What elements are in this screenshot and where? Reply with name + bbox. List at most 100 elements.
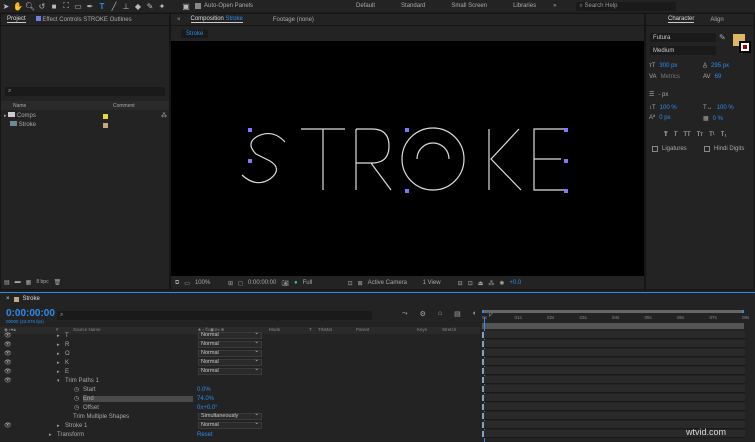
project-item-comps[interactable]: ▸ Comps ⁂	[4, 112, 169, 121]
workspace-standard[interactable]: Standard	[401, 3, 425, 9]
rotate-tool-icon[interactable]: ↺	[36, 2, 48, 11]
camera-dropdown[interactable]: Active Camera	[368, 280, 418, 286]
timeline-track[interactable]	[483, 358, 745, 366]
stopwatch-icon[interactable]: ◷	[74, 404, 79, 411]
grid-icon[interactable]: ⊞	[228, 280, 233, 287]
expand-right-icon[interactable]: ▸	[57, 342, 60, 348]
layer-in-marker[interactable]	[482, 368, 484, 374]
roi-icon[interactable]: ⊡	[348, 280, 353, 287]
timeline-row[interactable]: 👁︎ ▾ Trim Paths 1	[0, 376, 480, 385]
expand-down-icon[interactable]: ▾	[57, 378, 60, 384]
snap-icon[interactable]: ▣	[180, 2, 192, 11]
property-value[interactable]: Reset	[197, 432, 213, 438]
clone-stamp-tool-icon[interactable]: ⊥	[120, 2, 132, 11]
mode-dropdown[interactable]: Normal	[198, 331, 262, 339]
layer-in-marker[interactable]	[482, 413, 484, 419]
type-tool-icon[interactable]: T	[96, 2, 108, 11]
expand-right-icon[interactable]: ▸	[57, 423, 60, 429]
comp-flowchart-icon[interactable]: ⤳	[402, 310, 408, 318]
property-value[interactable]: 0x+0.0°	[197, 405, 218, 411]
leading-value[interactable]: 295 px	[711, 63, 729, 69]
horizontal-scale-value[interactable]: 100 %	[717, 105, 734, 111]
current-time[interactable]: 0:00:00:00	[248, 280, 276, 286]
timeline-row[interactable]: ▸ Transform Reset	[0, 430, 480, 439]
new-folder-icon[interactable]: ▬	[15, 279, 21, 286]
column-name[interactable]: Name	[13, 103, 26, 109]
layer-in-marker[interactable]	[482, 431, 484, 437]
project-search-input[interactable]: ⌕	[5, 87, 165, 96]
workspace-default[interactable]: Default	[356, 3, 375, 9]
new-composition-icon[interactable]: ▦	[26, 279, 32, 286]
timeline-row[interactable]: 👁︎ ▸ Stroke 1 Normal	[0, 421, 480, 430]
mode-dropdown[interactable]: Normal	[198, 367, 262, 375]
flowchart-icon[interactable]: ⁂	[161, 112, 167, 119]
exposure-value[interactable]: +0.0	[509, 280, 521, 286]
timeline-row[interactable]: ◷ End 74.0%	[0, 394, 480, 403]
puppet-tool-icon[interactable]: ✦	[156, 2, 168, 11]
bounding-handle[interactable]	[248, 159, 252, 163]
layer-in-marker[interactable]	[482, 332, 484, 338]
layer-in-marker[interactable]	[482, 350, 484, 356]
project-item-stroke[interactable]: Stroke	[10, 121, 170, 130]
pen-tool-icon[interactable]: ✒	[84, 2, 96, 11]
visibility-eye-icon[interactable]: 👁︎	[4, 377, 12, 384]
stopwatch-icon[interactable]: ◷	[74, 386, 79, 393]
layer-in-marker[interactable]	[482, 341, 484, 347]
brush-tool-icon[interactable]: ╱	[108, 2, 120, 11]
tab-footage[interactable]: Footage (none)	[273, 17, 314, 23]
timeline-search-input[interactable]: ⌕	[57, 311, 372, 320]
interpret-footage-icon[interactable]: ▤	[4, 279, 10, 286]
composition-viewer[interactable]	[171, 41, 644, 276]
search-help-input[interactable]: ⌕ Search Help	[576, 1, 677, 11]
timeline-track[interactable]	[483, 376, 745, 384]
timeline-row[interactable]: 👁︎ ▸ K Normal	[0, 358, 480, 367]
timeline-track[interactable]	[483, 367, 745, 375]
timeline-row[interactable]: 👁︎ ▸ E Normal	[0, 367, 480, 376]
mode-dropdown[interactable]: Normal	[198, 421, 262, 429]
bounding-handle[interactable]	[564, 189, 568, 193]
mode-dropdown[interactable]: Normal	[198, 349, 262, 357]
visibility-eye-icon[interactable]: 👁︎	[4, 359, 12, 366]
layer-in-marker[interactable]	[482, 359, 484, 365]
selection-tool-icon[interactable]: ➤	[0, 2, 12, 11]
font-family-dropdown[interactable]: Futura	[650, 33, 716, 42]
hand-tool-icon[interactable]: ✋	[12, 2, 24, 11]
mask-icon[interactable]: ◻	[238, 280, 243, 287]
tab-character[interactable]: Character	[668, 16, 695, 23]
timeline-track[interactable]	[483, 403, 745, 411]
mode-dropdown[interactable]: Normal	[198, 358, 262, 366]
timeline-track[interactable]	[483, 412, 745, 420]
auto-open-checkbox[interactable]	[195, 3, 201, 9]
timeline-row[interactable]: ◷ Offset 0x+0.0°	[0, 403, 480, 412]
timeline-track[interactable]	[483, 385, 745, 393]
eyedropper-icon[interactable]: ✎	[719, 33, 726, 42]
layer-in-marker[interactable]	[482, 422, 484, 428]
bpc-label[interactable]: 8 bpc	[36, 279, 48, 286]
column-comment[interactable]: Comment	[113, 103, 135, 109]
zoom-dropdown[interactable]: 100%	[195, 280, 223, 286]
subscript-button[interactable]: T₁	[721, 132, 727, 138]
time-ruler[interactable]: 0s01s02s03s04s05s06s07s08s	[482, 310, 749, 329]
eraser-tool-icon[interactable]: ◆	[132, 2, 144, 11]
vertical-scale-value[interactable]: 100 %	[660, 105, 677, 111]
monitor-icon[interactable]: ▭	[184, 280, 190, 287]
tsume-value[interactable]: 0 %	[713, 116, 723, 122]
frame-blend-icon[interactable]: ▤	[454, 310, 461, 318]
shy-icon[interactable]: ⌂	[438, 310, 442, 318]
tracking-value[interactable]: 69	[715, 74, 722, 80]
property-value[interactable]: 0.0%	[197, 387, 211, 393]
pan-behind-tool-icon[interactable]: ⛶	[60, 1, 72, 11]
snapshot-icon[interactable]: 📷︎	[281, 280, 289, 287]
expand-right-icon[interactable]: ▸	[49, 432, 52, 438]
faux-italic-button[interactable]: T	[674, 132, 678, 138]
baseline-shift-value[interactable]: 0 px	[659, 115, 670, 121]
draft-3d-icon[interactable]: ⚙	[420, 310, 426, 318]
layer-in-marker[interactable]	[482, 386, 484, 392]
timeline-row[interactable]: Trim Multiple Shapes Simultaneously	[0, 412, 480, 421]
bounding-handle[interactable]	[564, 128, 568, 132]
superscript-button[interactable]: T¹	[709, 132, 715, 138]
always-preview-icon[interactable]: ⧉	[175, 280, 179, 287]
property-value[interactable]: 74.0%	[197, 396, 214, 402]
more-workspaces-icon[interactable]: »	[553, 3, 556, 9]
expand-right-icon[interactable]: ▸	[57, 333, 60, 339]
